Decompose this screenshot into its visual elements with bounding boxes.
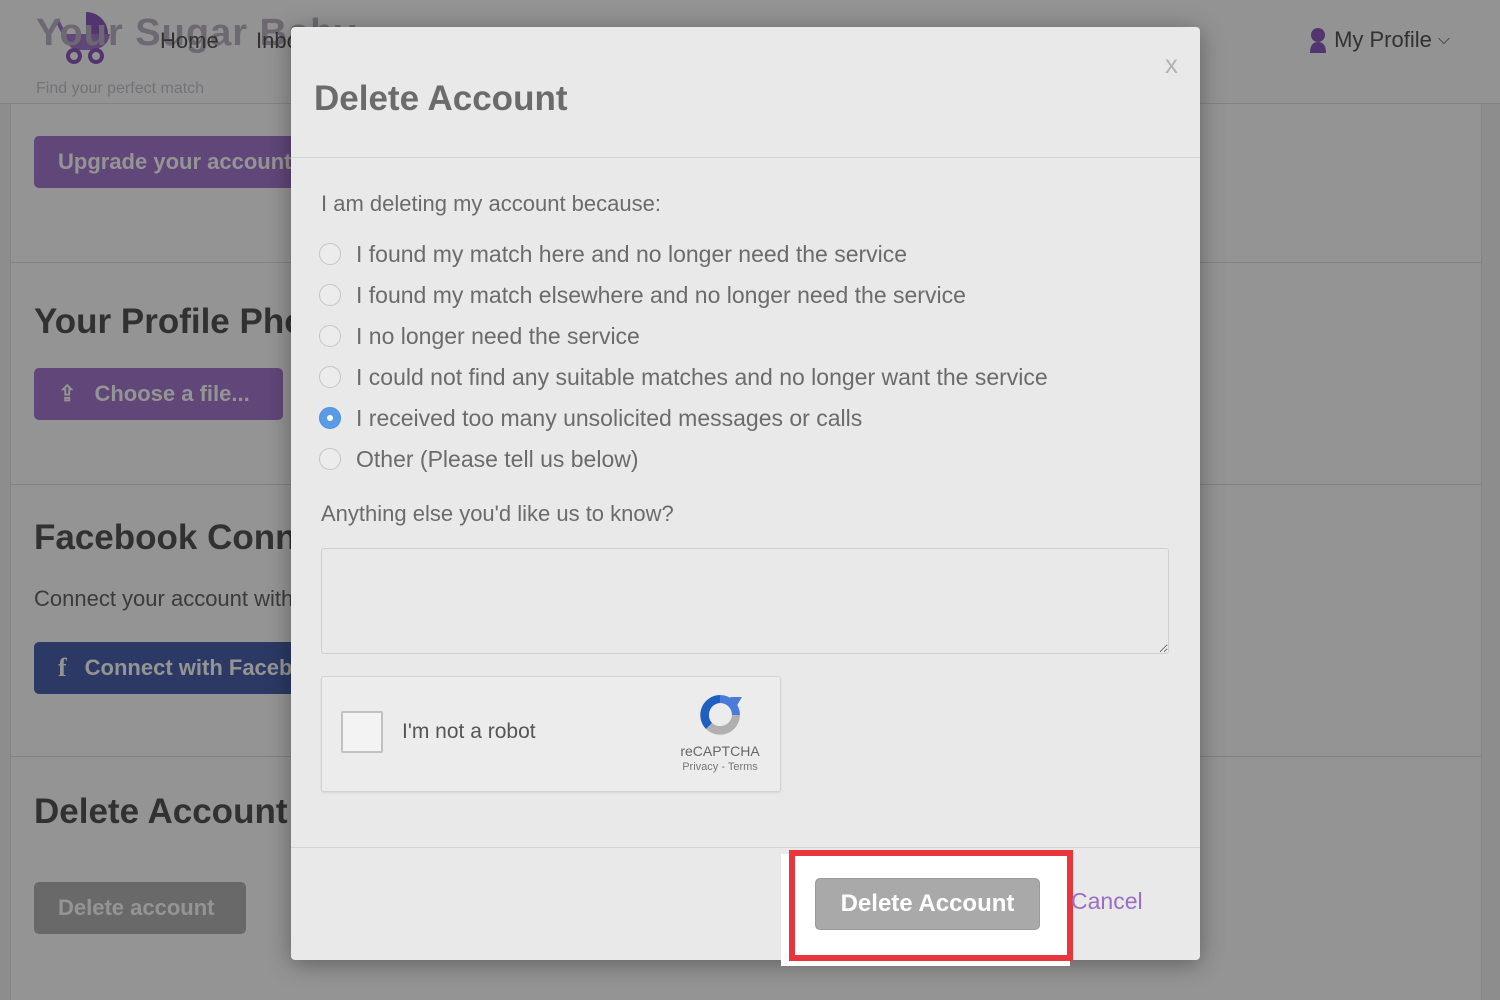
reason-option[interactable]: I found my match here and no longer need… (319, 239, 907, 269)
recaptcha-links[interactable]: Privacy - Terms (672, 761, 768, 773)
reason-label: I could not find any suitable matches an… (356, 363, 1048, 390)
modal-title: Delete Account (314, 79, 568, 118)
reason-label: Other (Please tell us below) (356, 445, 639, 472)
feedback-label: Anything else you'd like us to know? (321, 501, 674, 526)
reason-option[interactable]: Other (Please tell us below) (319, 444, 639, 474)
recaptcha-brand: reCAPTCHA (680, 743, 760, 759)
delete-account-modal: Delete Account x I am deleting my accoun… (291, 27, 1200, 966)
recaptcha-checkbox[interactable] (341, 711, 383, 753)
radio-button[interactable] (319, 325, 341, 347)
feedback-textarea[interactable] (321, 548, 1169, 654)
reason-label: I found my match elsewhere and no longer… (356, 281, 966, 308)
reason-option[interactable]: I no longer need the service (319, 321, 640, 351)
recaptcha-logo: reCAPTCHA Privacy - Terms (672, 691, 768, 773)
reason-label: I no longer need the service (356, 322, 640, 349)
reason-label: I received too many unsolicited messages… (356, 404, 863, 431)
radio-button-selected[interactable] (319, 407, 341, 429)
modal-header-divider (291, 157, 1200, 158)
reason-option[interactable]: I found my match elsewhere and no longer… (319, 280, 966, 310)
modal-footer-divider (291, 847, 1200, 848)
cancel-link[interactable]: Cancel (1071, 888, 1143, 915)
reason-option[interactable]: I received too many unsolicited messages… (319, 403, 862, 433)
radio-button[interactable] (319, 243, 341, 265)
recaptcha-label: I'm not a robot (402, 720, 536, 743)
recaptcha-widget: I'm not a robot reCAPTCHA Privacy - Term… (321, 676, 781, 792)
reason-label: I found my match here and no longer need… (356, 240, 908, 267)
recaptcha-icon (700, 695, 742, 735)
highlight-box (789, 850, 1073, 961)
close-icon[interactable]: x (1165, 49, 1178, 80)
radio-button[interactable] (319, 366, 341, 388)
radio-button[interactable] (319, 448, 341, 470)
radio-button[interactable] (319, 284, 341, 306)
reason-prompt: I am deleting my account because: (321, 191, 661, 216)
reason-option[interactable]: I could not find any suitable matches an… (319, 362, 1048, 392)
